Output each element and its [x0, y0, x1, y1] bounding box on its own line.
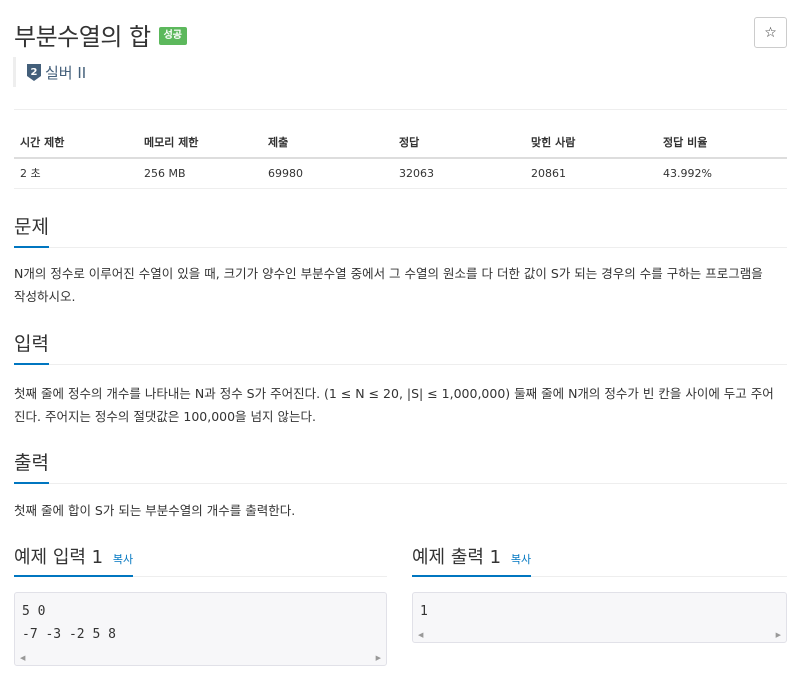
tier-badge-icon: 2	[27, 63, 41, 81]
favorite-button[interactable]: ☆	[754, 17, 787, 48]
input-description: 첫째 줄에 정수의 개수를 나타내는 N과 정수 S가 주어진다. (1 ≤ N…	[14, 382, 789, 428]
header-solved-users: 맞힌 사람	[525, 126, 657, 159]
sample-output-header: 예제 출력 1 복사	[412, 543, 787, 577]
sample-output-line: 1	[420, 604, 428, 619]
accept-rate-value: 43.992%	[657, 158, 787, 189]
table-row: 2 초 256 MB 69980 32063 20861 43.992%	[14, 158, 787, 189]
status-badge: 성공	[158, 27, 188, 45]
sample-input-header: 예제 입력 1 복사	[14, 543, 387, 577]
header-accept-rate: 정답 비율	[657, 126, 787, 159]
input-heading: 입력	[14, 329, 49, 365]
star-icon: ☆	[764, 24, 777, 41]
copy-sample-input-button[interactable]: 복사	[113, 553, 133, 566]
header-submissions: 제출	[262, 126, 393, 159]
output-line: 첫째 줄에 합이 S가 되는 부분수열의 개수를 출력한다.	[14, 503, 296, 518]
accepted-value: 32063	[393, 158, 525, 189]
scroll-left-icon[interactable]: ◀	[20, 654, 25, 662]
title-row: 부분수열의 합 성공	[14, 18, 188, 51]
solved-users-value[interactable]: 20861	[525, 158, 657, 189]
problem-section-header: 문제	[14, 212, 787, 248]
divider	[14, 109, 787, 110]
sample-output-heading: 예제 출력 1	[412, 547, 502, 568]
copy-sample-output-button[interactable]: 복사	[511, 553, 531, 566]
scroll-right-icon[interactable]: ▶	[376, 654, 381, 662]
output-section-header: 출력	[14, 448, 787, 484]
page-title: 부분수열의 합	[14, 22, 151, 51]
sample-output-heading-wrap: 예제 출력 1 복사	[412, 543, 532, 577]
problem-line: N개의 정수로 이루어진 수열이 있을 때, 크기가 양수인 부분수열 중에서 …	[14, 266, 763, 281]
tier-number: 2	[31, 67, 38, 78]
tier-label: 실버 II	[45, 63, 87, 82]
output-heading: 출력	[14, 448, 49, 484]
memory-limit-value: 256 MB	[138, 158, 262, 189]
submissions-value[interactable]: 69980	[262, 158, 393, 189]
time-limit-value: 2 초	[14, 158, 138, 189]
tier-row[interactable]: 2 실버 II	[13, 57, 86, 87]
header-time-limit: 시간 제한	[14, 126, 138, 159]
horizontal-scrollbar[interactable]: ◀ ▶	[15, 650, 386, 665]
header-memory-limit: 메모리 제한	[138, 126, 262, 159]
sample-output-content: 1	[413, 593, 786, 623]
problem-info-table: 시간 제한 메모리 제한 제출 정답 맞힌 사람 정답 비율 2 초 256 M…	[14, 126, 787, 189]
problem-heading: 문제	[14, 212, 49, 248]
sample-input-line: 5 0	[22, 604, 46, 619]
input-line: 첫째 줄에 정수의 개수를 나타내는 N과 정수 S가 주어진다. (1 ≤ N…	[14, 386, 774, 401]
table-header-row: 시간 제한 메모리 제한 제출 정답 맞힌 사람 정답 비율	[14, 126, 787, 159]
input-section-header: 입력	[14, 329, 787, 365]
sample-input-line: -7 -3 -2 5 8	[22, 627, 116, 642]
sample-input-box[interactable]: 5 0 -7 -3 -2 5 8 ◀ ▶	[14, 592, 387, 666]
header-accepted: 정답	[393, 126, 525, 159]
scroll-left-icon[interactable]: ◀	[418, 631, 423, 639]
sample-input-heading: 예제 입력 1	[14, 547, 104, 568]
horizontal-scrollbar[interactable]: ◀ ▶	[413, 627, 786, 642]
sample-input-content: 5 0 -7 -3 -2 5 8	[15, 593, 386, 646]
scroll-right-icon[interactable]: ▶	[776, 631, 781, 639]
problem-line: 작성하시오.	[14, 289, 76, 304]
sample-input-heading-wrap: 예제 입력 1 복사	[14, 543, 134, 577]
input-line: 진다. 주어지는 정수의 절댓값은 100,000을 넘지 않는다.	[14, 409, 316, 424]
output-description: 첫째 줄에 합이 S가 되는 부분수열의 개수를 출력한다.	[14, 499, 789, 522]
problem-description: N개의 정수로 이루어진 수열이 있을 때, 크기가 양수인 부분수열 중에서 …	[14, 262, 789, 308]
sample-output-box[interactable]: 1 ◀ ▶	[412, 592, 787, 643]
